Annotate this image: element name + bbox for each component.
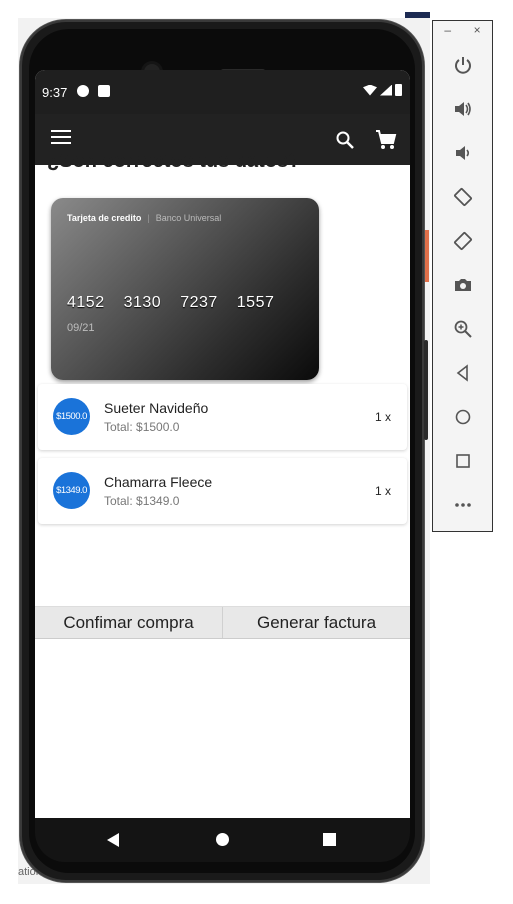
wifi-icon <box>363 84 377 96</box>
price-badge: $1349.0 <box>53 472 90 509</box>
zoom-icon[interactable] <box>453 319 473 339</box>
desktop-top-strip <box>0 0 430 18</box>
card-type: Tarjeta de credito <box>67 213 142 223</box>
card-separator: | <box>147 213 150 223</box>
status-indicators <box>363 84 402 96</box>
menu-icon[interactable] <box>51 130 71 148</box>
item-quantity: 1 x <box>374 410 391 424</box>
confirm-purchase-button[interactable]: Confimar compra <box>35 607 222 638</box>
emulator-toolbar: – × <box>432 20 493 532</box>
rotate-left-icon[interactable] <box>453 187 473 207</box>
sd-card-icon <box>98 85 110 97</box>
card-number-group: 3130 <box>123 294 162 311</box>
home-icon[interactable] <box>453 407 473 427</box>
item-name: Chamarra Fleece <box>104 474 213 490</box>
nav-overview-icon[interactable] <box>323 833 336 846</box>
overview-icon[interactable] <box>453 451 473 471</box>
item-quantity: 1 x <box>374 484 391 498</box>
card-expiry: 09/21 <box>67 322 95 334</box>
minimize-button[interactable]: – <box>444 23 451 43</box>
notification-app-icon <box>77 85 89 97</box>
action-bar: Confimar compra Generar factura <box>35 606 410 639</box>
rotate-right-icon[interactable] <box>453 231 473 251</box>
list-item[interactable]: $1349.0 Chamarra Fleece Total: $1349.0 1… <box>38 458 407 524</box>
item-total: Total: $1349.0 <box>104 494 180 508</box>
item-name: Sueter Navideño <box>104 400 209 416</box>
signal-icon <box>380 84 392 96</box>
device-screen: 9:37 ¿Son correctos tus datos? Tarjeta d… <box>35 70 410 818</box>
item-total: Total: $1500.0 <box>104 420 180 434</box>
credit-card: Tarjeta de credito | Banco Universal 415… <box>51 198 319 380</box>
card-number-group: 7237 <box>180 294 218 311</box>
close-button[interactable]: × <box>474 23 481 43</box>
status-bar: 9:37 <box>35 70 410 114</box>
status-time: 9:37 <box>42 85 68 100</box>
nav-home-icon[interactable] <box>216 833 229 846</box>
price-badge: $1500.0 <box>53 398 90 435</box>
battery-icon <box>395 84 402 96</box>
search-icon[interactable] <box>335 130 355 150</box>
card-header: Tarjeta de credito | Banco Universal <box>67 213 221 223</box>
back-icon[interactable] <box>453 363 473 383</box>
navigation-bar <box>35 818 410 862</box>
card-number-group: 4152 <box>67 294 105 311</box>
phone-side-button <box>424 340 428 440</box>
nav-back-icon[interactable] <box>107 833 119 847</box>
card-number: 4152 3130 7237 1557 <box>67 294 274 312</box>
card-bank: Banco Universal <box>155 213 222 223</box>
list-item[interactable]: $1500.0 Sueter Navideño Total: $1500.0 1… <box>38 384 407 450</box>
more-icon[interactable] <box>453 495 473 515</box>
emulator-window-controls: – × <box>433 23 492 43</box>
page-title: ¿Son correctos tus datos? <box>47 150 301 172</box>
volume-down-icon[interactable] <box>453 143 473 163</box>
generate-invoice-button[interactable]: Generar factura <box>222 607 410 638</box>
cart-icon[interactable] <box>375 129 397 151</box>
power-icon[interactable] <box>453 55 473 75</box>
camera-icon[interactable] <box>453 275 473 295</box>
card-number-group: 1557 <box>236 294 275 311</box>
volume-up-icon[interactable] <box>453 99 473 119</box>
